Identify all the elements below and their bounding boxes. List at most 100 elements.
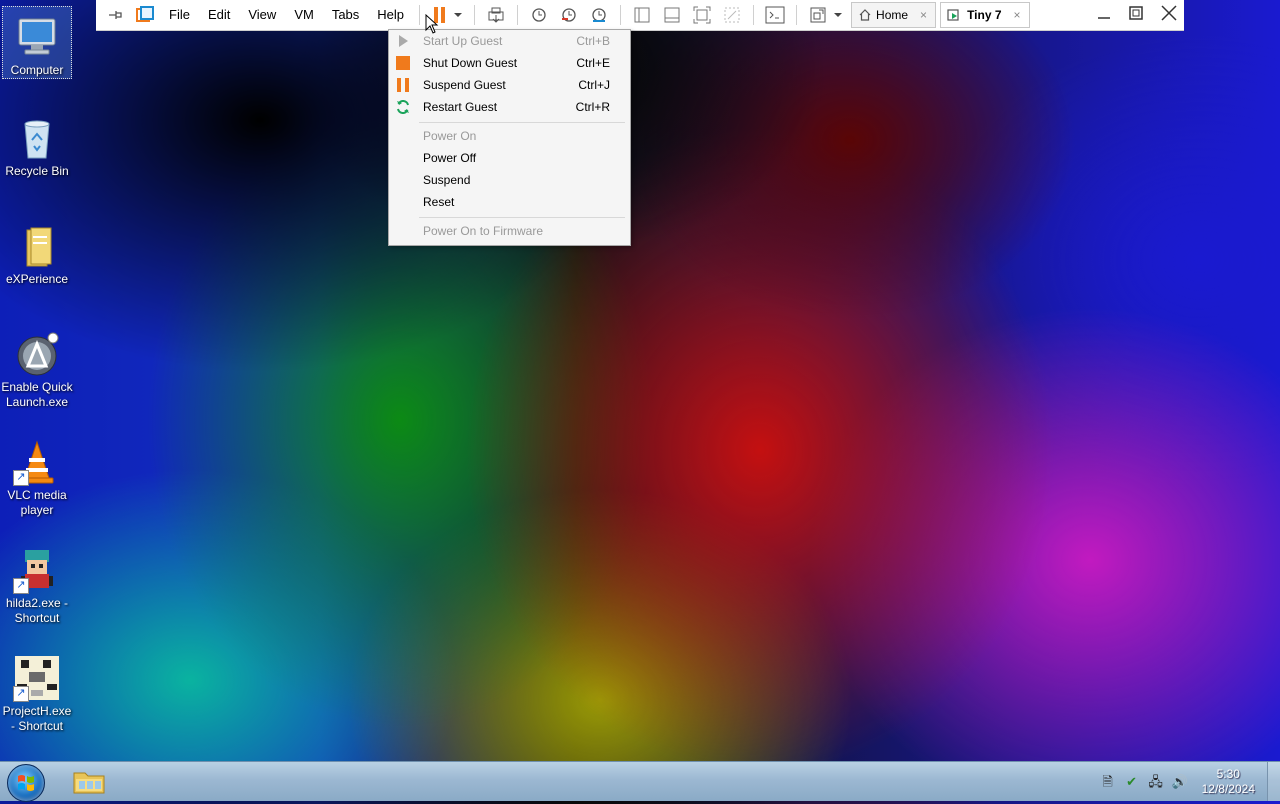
menu-item-label: Suspend Guest bbox=[423, 78, 506, 92]
bottom-bar-layout-icon bbox=[664, 7, 680, 23]
clock-date: 12/8/2024 bbox=[1201, 781, 1255, 796]
stretch-dropdown-button[interactable] bbox=[833, 4, 843, 26]
clock-time: 5:30 bbox=[1216, 766, 1240, 781]
console-view-button[interactable] bbox=[764, 4, 786, 26]
minimize-icon[interactable] bbox=[1096, 5, 1112, 26]
power-dropdown-button[interactable] bbox=[452, 4, 464, 26]
menu-separator bbox=[419, 217, 625, 218]
menu-item-label: Power Off bbox=[423, 151, 477, 165]
keyboard-icon bbox=[488, 7, 504, 23]
menu-item-reset[interactable]: Reset bbox=[389, 191, 630, 213]
power-menu: Start Up Guest Ctrl+B Shut Down Guest Ct… bbox=[388, 29, 631, 246]
computer-icon bbox=[13, 13, 61, 61]
toolbar-separator bbox=[419, 5, 421, 25]
vmware-logo-icon[interactable] bbox=[134, 4, 156, 26]
menu-item-power-off[interactable]: Power Off bbox=[389, 147, 630, 169]
menu-edit[interactable]: Edit bbox=[199, 1, 239, 29]
menu-help[interactable]: Help bbox=[368, 1, 413, 29]
show-desktop-button[interactable] bbox=[1267, 762, 1280, 801]
folder-icon bbox=[73, 772, 105, 794]
menu-item-shut-down-guest[interactable]: Shut Down Guest Ctrl+E bbox=[389, 52, 630, 74]
desktop-icon-vlc[interactable]: ↗ VLC media player bbox=[0, 432, 74, 518]
tab-tiny-7[interactable]: Tiny 7 × bbox=[940, 2, 1030, 28]
network-icon[interactable]: 🖧 bbox=[1148, 774, 1164, 790]
tab-home[interactable]: Home × bbox=[851, 2, 937, 28]
sidebar-layout-icon bbox=[634, 7, 650, 23]
pixel-art-icon: ↗ bbox=[13, 654, 61, 702]
recycle-bin-icon bbox=[13, 114, 61, 162]
unity-button[interactable] bbox=[721, 4, 743, 26]
take-snapshot-button[interactable] bbox=[528, 4, 550, 26]
menu-item-label: Suspend bbox=[423, 173, 471, 187]
toolbar-separator bbox=[796, 5, 798, 25]
desktop-icon-label: Recycle Bin bbox=[5, 164, 69, 178]
folder-icon bbox=[13, 222, 61, 270]
menu-item-power-on[interactable]: Power On bbox=[389, 125, 630, 147]
tab-close-button[interactable]: × bbox=[1014, 8, 1021, 22]
vmware-toolbar: File Edit View VM Tabs Help Home × Tiny … bbox=[96, 0, 1184, 31]
tab-label: Home bbox=[876, 8, 909, 22]
document-icon[interactable]: 🗎 bbox=[1100, 774, 1116, 790]
full-screen-button[interactable] bbox=[691, 4, 713, 26]
menu-vm[interactable]: VM bbox=[285, 1, 323, 29]
desktop-icon-projecth[interactable]: ↗ ProjectH.exe - Shortcut bbox=[0, 648, 74, 734]
unity-icon bbox=[724, 7, 740, 23]
shortcut-arrow-icon: ↗ bbox=[13, 686, 29, 702]
menu-item-label: Shut Down Guest bbox=[423, 56, 518, 70]
tab-close-button[interactable]: × bbox=[920, 8, 927, 22]
snapshot-manager-button[interactable] bbox=[588, 4, 610, 26]
shield-check-icon[interactable]: ✔ bbox=[1124, 774, 1140, 790]
clock[interactable]: 5:30 12/8/2024 bbox=[1202, 767, 1255, 797]
desktop-icon-label: VLC media player bbox=[7, 488, 67, 517]
menu-item-label: Power On bbox=[423, 129, 477, 143]
menu-item-label: Power On to Firmware bbox=[423, 224, 544, 238]
show-library-button[interactable] bbox=[631, 4, 653, 26]
desktop-icon-label: ProjectH.exe - Shortcut bbox=[2, 704, 72, 733]
stretch-guest-button[interactable] bbox=[807, 4, 829, 26]
desktop-icon-recycle-bin[interactable]: Recycle Bin bbox=[0, 108, 74, 179]
menu-separator bbox=[419, 122, 625, 123]
menu-item-suspend-guest[interactable]: Suspend Guest Ctrl+J bbox=[389, 74, 630, 96]
desktop-icon-enable-quick-launch[interactable]: Enable Quick Launch.exe bbox=[0, 324, 74, 410]
menu-item-shortcut: Ctrl+R bbox=[575, 100, 610, 114]
taskbar-explorer-button[interactable] bbox=[70, 767, 108, 797]
menu-item-suspend[interactable]: Suspend bbox=[389, 169, 630, 191]
menu-item-shortcut: Ctrl+J bbox=[578, 78, 610, 92]
send-ctrl-alt-del-button[interactable] bbox=[485, 4, 507, 26]
toolbar-separator bbox=[620, 5, 622, 25]
app-icon bbox=[13, 330, 61, 378]
vm-icon bbox=[947, 9, 959, 21]
play-icon bbox=[399, 35, 408, 47]
menu-tabs[interactable]: Tabs bbox=[323, 1, 368, 29]
menu-item-shortcut: Ctrl+B bbox=[576, 34, 610, 48]
mouse-cursor-icon bbox=[425, 14, 439, 34]
home-icon bbox=[859, 9, 871, 21]
desktop-icon-experience[interactable]: eXPerience bbox=[0, 216, 74, 287]
close-icon[interactable] bbox=[1160, 4, 1178, 27]
menu-view[interactable]: View bbox=[239, 1, 285, 29]
stop-icon bbox=[396, 56, 410, 70]
snapshot-manager-icon bbox=[592, 8, 606, 22]
pin-icon[interactable] bbox=[104, 4, 126, 26]
revert-snapshot-button[interactable] bbox=[558, 4, 580, 26]
desktop-icon-label: Computer bbox=[10, 63, 64, 77]
restore-icon[interactable] bbox=[1128, 5, 1144, 26]
start-button[interactable] bbox=[7, 764, 45, 802]
shortcut-arrow-icon: ↗ bbox=[13, 578, 29, 594]
menu-item-power-on-to-firmware[interactable]: Power On to Firmware bbox=[389, 220, 630, 242]
game-character-icon: ↗ bbox=[13, 546, 61, 594]
menu-file[interactable]: File bbox=[160, 1, 199, 29]
desktop-icon-computer[interactable]: Computer bbox=[0, 2, 74, 83]
taskbar: 🗎 ✔ 🖧 🔊 5:30 12/8/2024 bbox=[0, 761, 1280, 802]
show-thumbnail-bar-button[interactable] bbox=[661, 4, 683, 26]
desktop-icon-label: Enable Quick Launch.exe bbox=[1, 380, 73, 409]
menu-item-label: Restart Guest bbox=[423, 100, 498, 114]
restart-icon bbox=[397, 100, 409, 114]
menu-item-restart-guest[interactable]: Restart Guest Ctrl+R bbox=[389, 96, 630, 118]
toolbar-separator bbox=[474, 5, 476, 25]
toolbar-separator bbox=[753, 5, 755, 25]
menu-item-shortcut: Ctrl+E bbox=[576, 56, 610, 70]
chevron-down-icon bbox=[454, 13, 463, 17]
volume-icon[interactable]: 🔊 bbox=[1172, 774, 1188, 790]
desktop-icon-hilda2[interactable]: ↗ hilda2.exe - Shortcut bbox=[0, 540, 74, 626]
